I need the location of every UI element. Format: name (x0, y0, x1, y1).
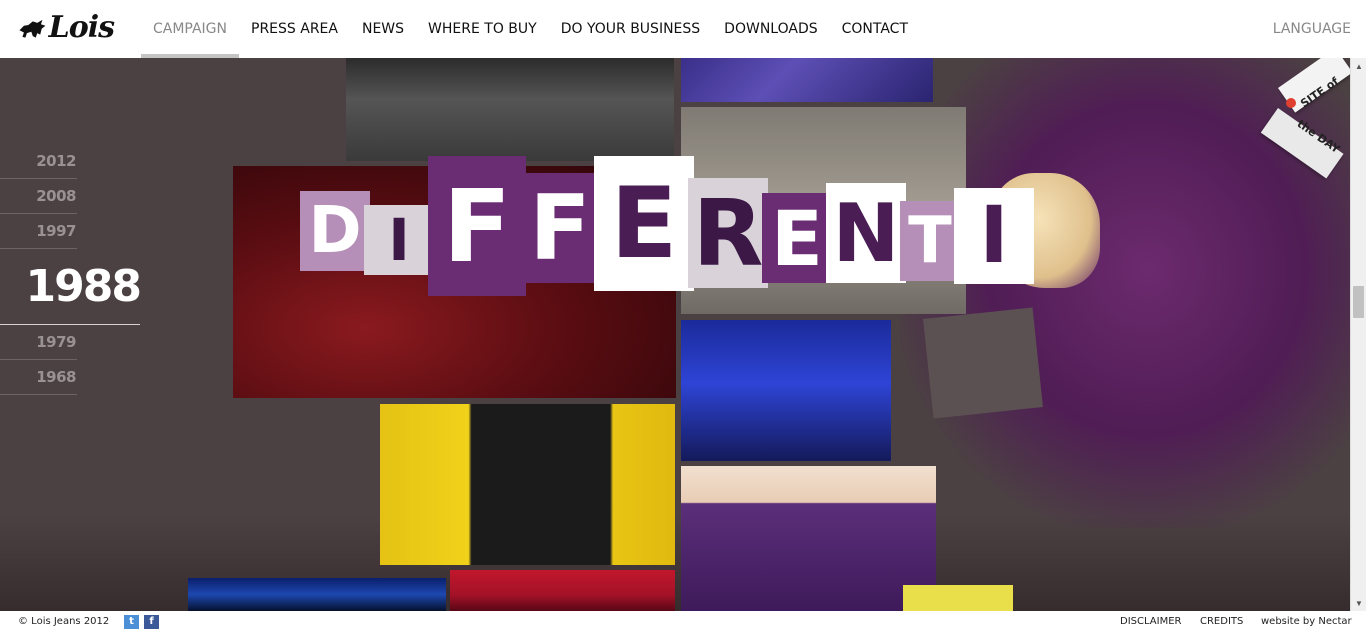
vertical-scrollbar[interactable]: ▲ ▼ (1350, 58, 1366, 611)
disclaimer-link[interactable]: DISCLAIMER (1120, 616, 1181, 627)
main-nav: CAMPAIGN PRESS AREA NEWS WHERE TO BUY DO… (141, 0, 920, 58)
background-patch (923, 307, 1043, 419)
language-selector[interactable]: LANGUAGE (1273, 0, 1351, 58)
letter-e1: E (594, 156, 694, 291)
letter-d: D (300, 191, 370, 271)
top-navigation-bar: Lois CAMPAIGN PRESS AREA NEWS WHERE TO B… (0, 0, 1366, 58)
letter-t: T (900, 201, 960, 281)
bull-icon (19, 19, 46, 38)
year-1968[interactable]: 1968 (0, 360, 77, 395)
nav-news[interactable]: NEWS (350, 0, 416, 58)
footer: © Lois Jeans 2012 t f DISCLAIMER CREDITS… (0, 611, 1366, 633)
nav-downloads[interactable]: DOWNLOADS (712, 0, 829, 58)
photo-yellow-note[interactable] (903, 585, 1013, 611)
scroll-up-arrow-icon[interactable]: ▲ (1351, 58, 1366, 74)
copyright: © Lois Jeans 2012 (18, 616, 110, 627)
photo-purple-jeans[interactable] (681, 466, 936, 611)
year-selector: 2012 2008 1997 1988 1979 1968 (0, 144, 142, 395)
campaign-stage: 2012 2008 1997 1988 1979 1968 D I F F E … (0, 58, 1350, 611)
letter-e2: E (762, 193, 832, 283)
letter-i2: I (954, 188, 1034, 284)
photo-popcorn-boy[interactable] (380, 404, 675, 565)
scroll-down-arrow-icon[interactable]: ▼ (1351, 595, 1366, 611)
year-2008[interactable]: 2008 (0, 179, 77, 214)
photo-anime-girl[interactable] (681, 320, 891, 461)
photo-denim-patch[interactable] (681, 58, 933, 102)
letter-n: N (826, 183, 906, 283)
nav-where-to-buy[interactable]: WHERE TO BUY (416, 0, 549, 58)
year-1979[interactable]: 1979 (0, 325, 77, 360)
year-1988-active[interactable]: 1988 (0, 249, 142, 325)
photo-face[interactable] (450, 570, 675, 611)
scrollbar-thumb[interactable] (1353, 286, 1364, 318)
photo-bar-friends[interactable] (346, 58, 674, 161)
badge-flower-icon (1286, 98, 1296, 108)
letter-f2: F (520, 173, 600, 283)
lois-logo[interactable]: Lois (18, 10, 115, 46)
facebook-icon[interactable]: f (144, 615, 159, 629)
logo-wordmark: Lois (48, 10, 115, 45)
letter-r: R (688, 178, 768, 288)
website-by-nectar[interactable]: website by Nectar (1261, 616, 1352, 627)
twitter-icon[interactable]: t (124, 615, 139, 629)
letter-i: I (364, 205, 434, 275)
nav-contact[interactable]: CONTACT (830, 0, 920, 58)
nav-campaign[interactable]: CAMPAIGN (141, 0, 240, 58)
letter-f1: F (428, 156, 526, 296)
different-headline: D I F F E R E N T I (300, 156, 1034, 313)
site-of-the-day-badge[interactable]: SITE of the DAY (1260, 58, 1350, 179)
nav-press-area[interactable]: PRESS AREA (239, 0, 350, 58)
nav-do-your-business[interactable]: DO YOUR BUSINESS (549, 0, 712, 58)
year-1997[interactable]: 1997 (0, 214, 77, 249)
photo-concert[interactable] (188, 578, 446, 611)
year-2012[interactable]: 2012 (0, 144, 77, 179)
credits-link[interactable]: CREDITS (1200, 616, 1243, 627)
